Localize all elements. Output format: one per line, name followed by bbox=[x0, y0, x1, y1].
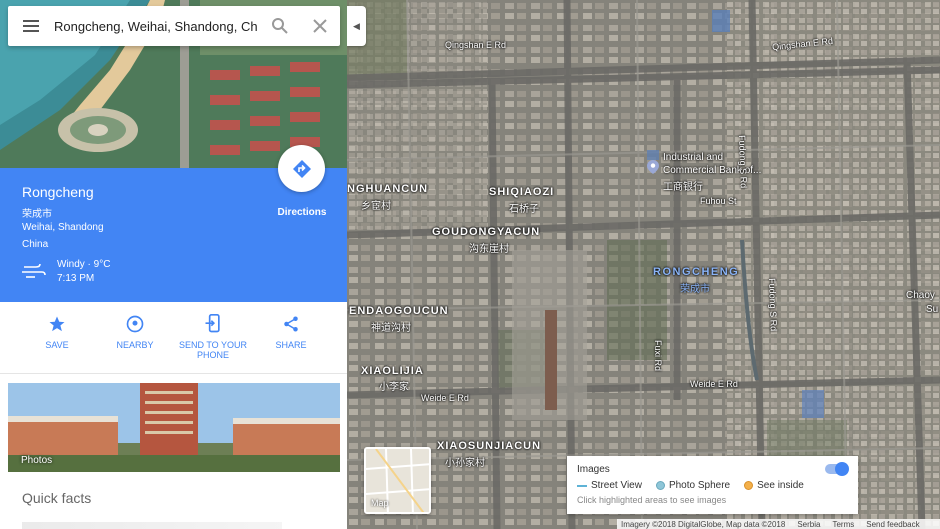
place-native-name: 荣成市 bbox=[22, 209, 52, 220]
images-toggle[interactable] bbox=[825, 462, 849, 476]
local-time: 7:13 PM bbox=[57, 273, 95, 284]
place-country: China bbox=[22, 239, 49, 250]
star-icon bbox=[49, 316, 65, 332]
search-input[interactable]: Rongcheng, Weihai, Shandong, Ch bbox=[54, 19, 260, 34]
directions-label[interactable]: Directions bbox=[268, 207, 336, 218]
menu-icon[interactable] bbox=[8, 6, 54, 46]
map-label-road: Fudong S Rd bbox=[737, 135, 749, 189]
photo-sphere-dot-icon bbox=[655, 481, 665, 490]
map-label-village-cn: 小李家 bbox=[379, 382, 409, 393]
caret-left-icon: ◀ bbox=[353, 20, 360, 31]
save-button[interactable]: SAVE bbox=[18, 314, 96, 350]
weather-text: Windy · 9°C bbox=[57, 259, 111, 270]
nearby-label: NEARBY bbox=[116, 340, 154, 350]
search-box[interactable]: Rongcheng, Weihai, Shandong, Ch bbox=[8, 6, 340, 46]
search-button[interactable] bbox=[260, 6, 300, 46]
search-icon bbox=[272, 18, 288, 34]
map-label-village-cn: 神道沟村 bbox=[371, 323, 411, 334]
images-panel: Images Street View Photo Sphere See insi… bbox=[567, 456, 858, 514]
send-to-phone-icon bbox=[205, 314, 220, 333]
legend-photo-sphere: Photo Sphere bbox=[655, 480, 731, 491]
directions-button[interactable] bbox=[278, 145, 325, 192]
map-label-city[interactable]: RONGCHENG bbox=[653, 266, 739, 278]
send-feedback-link[interactable]: Send feedback bbox=[866, 520, 919, 529]
map-label-village: ENDAOGOUCUN bbox=[349, 305, 449, 317]
place-title: Rongcheng bbox=[22, 184, 94, 200]
collapse-panel-button[interactable]: ◀ bbox=[347, 6, 366, 46]
close-icon bbox=[313, 19, 327, 33]
nearby-button[interactable]: NEARBY bbox=[96, 314, 174, 350]
app-root: Qingshan E Rd Qingshan E Rd Industrial a… bbox=[0, 0, 940, 529]
see-inside-dot-icon bbox=[744, 481, 754, 490]
map-label-road: Fudong S Rd bbox=[767, 278, 779, 332]
map-label-road: Qingshan E Rd bbox=[445, 40, 507, 50]
map-label-village-cn: 乡宦村 bbox=[361, 201, 391, 212]
images-title: Images bbox=[577, 464, 610, 475]
map-label-poi[interactable]: Industrial and bbox=[663, 152, 723, 163]
map-label-village-cn: 石桥子 bbox=[509, 204, 539, 215]
map-label-village: SHIQIAOZI bbox=[489, 186, 555, 198]
place-pin-icon[interactable] bbox=[647, 160, 659, 174]
map-label-village: Chaoy bbox=[906, 290, 935, 301]
map-view-toggle[interactable]: Map bbox=[364, 447, 431, 514]
map-label-road: Fuhou St bbox=[700, 196, 737, 206]
terms-link[interactable]: Terms bbox=[832, 520, 854, 529]
photos-label: Photos bbox=[21, 455, 53, 466]
action-bar: SAVE NEARBY SEND TO YOUR PHONE SHARE bbox=[0, 302, 347, 374]
legend-street-view: Street View bbox=[577, 480, 642, 491]
send-to-phone-button[interactable]: SEND TO YOUR PHONE bbox=[174, 314, 252, 360]
map-label-village: GOUDONGYACUN bbox=[432, 226, 541, 238]
quick-facts-heading: Quick facts bbox=[22, 490, 92, 506]
imagery-credit: Imagery ©2018 DigitalGlobe, Map data ©20… bbox=[621, 519, 786, 529]
legend-see-inside: See inside bbox=[744, 480, 804, 491]
photo-image bbox=[8, 383, 340, 472]
map-label-village: Su bbox=[926, 304, 939, 315]
nearby-icon bbox=[126, 315, 144, 333]
save-label: SAVE bbox=[45, 340, 69, 350]
map-label-road: Weide E Rd bbox=[421, 393, 469, 403]
directions-icon bbox=[292, 159, 311, 178]
share-button[interactable]: SHARE bbox=[252, 314, 330, 350]
legend-label: See inside bbox=[757, 480, 804, 491]
region-link[interactable]: Serbia bbox=[797, 520, 820, 529]
map-label-city-cn: 荣成市 bbox=[680, 284, 710, 295]
map-attribution: Imagery ©2018 DigitalGlobe, Map data ©20… bbox=[617, 519, 940, 529]
legend-label: Photo Sphere bbox=[668, 480, 731, 491]
map-label-road: Weide E Rd bbox=[690, 379, 738, 389]
share-icon bbox=[284, 316, 298, 332]
map-label-village: XIAOSUNJIACUN bbox=[437, 440, 542, 452]
map-label-poi-cn: 工商银行 bbox=[663, 182, 703, 193]
satellite-map[interactable]: Qingshan E Rd Qingshan E Rd Industrial a… bbox=[347, 0, 940, 529]
faded-text-line bbox=[22, 522, 282, 529]
map-label-village: XIAOLIJIA bbox=[361, 365, 424, 377]
place-panel: Rongcheng, Weihai, Shandong, Ch Rongchen… bbox=[0, 0, 347, 529]
map-label-village: NGHUANCUN bbox=[347, 183, 429, 195]
map-label-village-cn: 沟东崖村 bbox=[469, 244, 509, 255]
photos-thumbnail[interactable]: Photos bbox=[8, 383, 340, 472]
send-to-phone-label: SEND TO YOUR PHONE bbox=[178, 340, 248, 360]
street-view-line-icon bbox=[577, 484, 587, 487]
minimap-label: Map bbox=[371, 498, 389, 508]
map-label-village-cn: 小孙家村 bbox=[445, 458, 485, 469]
images-hint: Click highlighted areas to see images bbox=[577, 495, 727, 505]
place-region: Weihai, Shandong bbox=[22, 222, 104, 233]
clear-search-button[interactable] bbox=[300, 6, 340, 46]
wind-icon bbox=[22, 263, 46, 278]
map-label-road: Fuxi Rd bbox=[653, 340, 663, 372]
legend-label: Street View bbox=[591, 480, 642, 491]
share-label: SHARE bbox=[275, 340, 307, 350]
map-imagery bbox=[347, 0, 940, 529]
